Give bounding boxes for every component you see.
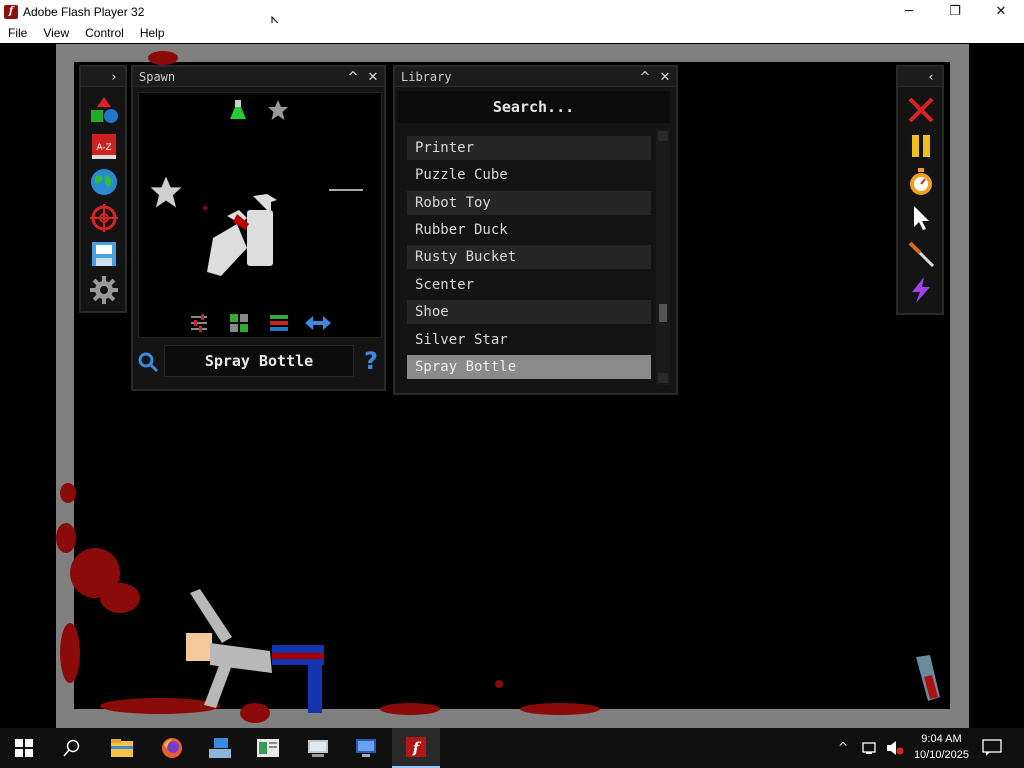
firefox-icon[interactable] [148, 728, 196, 768]
expand-button[interactable]: › [105, 68, 123, 86]
globe-icon[interactable] [89, 167, 119, 197]
right-toolbar: ‹ [896, 65, 944, 315]
list-item-selected[interactable]: Spray Bottle [407, 355, 651, 379]
library-panel-title: Library [401, 69, 452, 84]
spawn-panel-title: Spawn [139, 69, 176, 84]
star-icon[interactable] [267, 99, 289, 121]
blood-splatter [520, 703, 600, 715]
flash-app-icon: f [4, 4, 18, 19]
monitor-app-icon[interactable] [342, 728, 390, 768]
ragdoll-human[interactable] [180, 573, 330, 723]
spawn-panel: Spawn ^ ✕ Spray Bottle ? [131, 65, 386, 391]
library-minimize-button[interactable]: ^ [636, 68, 654, 86]
shapes-icon[interactable] [89, 95, 119, 125]
list-item[interactable]: Puzzle Cube [407, 163, 651, 187]
start-windows-icon[interactable] [0, 728, 48, 768]
library-search-input[interactable]: Search... [397, 91, 670, 123]
list-view-icon[interactable] [269, 313, 289, 333]
stopwatch-icon[interactable] [906, 167, 936, 197]
spawn-minimize-button[interactable]: ^ [344, 68, 362, 86]
scroll-down-icon[interactable] [658, 373, 668, 383]
network-status-icon[interactable] [862, 740, 880, 756]
maximize-button[interactable]: ❐ [932, 0, 978, 23]
grid-view-icon[interactable] [229, 313, 249, 333]
rod-item[interactable] [329, 189, 363, 193]
settings-sliders-icon[interactable] [189, 313, 209, 333]
window-title: Adobe Flash Player 32 [23, 4, 145, 19]
volume-muted-icon[interactable] [886, 740, 904, 756]
menu-view[interactable]: View [35, 26, 77, 40]
lightning-icon[interactable] [906, 275, 936, 305]
spawn-panel-header: Spawn ^ ✕ [133, 67, 384, 87]
clock-time: 9:04 AM [921, 733, 962, 745]
show-hidden-icons[interactable]: ^ [838, 740, 848, 754]
cursor-icon[interactable] [906, 203, 936, 233]
scroll-up-icon[interactable] [658, 131, 668, 141]
search-icon[interactable] [137, 351, 159, 373]
spawn-preview[interactable] [138, 92, 382, 338]
blood-splatter [380, 703, 440, 715]
blood-splatter [56, 523, 76, 553]
selected-item-name: Spray Bottle [164, 345, 354, 377]
save-icon[interactable] [89, 239, 119, 269]
list-item[interactable]: Printer [407, 136, 651, 160]
target-icon[interactable] [89, 203, 119, 233]
library-panel-header: Library ^ ✕ [395, 67, 676, 87]
close-button[interactable]: ✕ [978, 0, 1024, 23]
swap-arrows-icon[interactable] [305, 315, 331, 331]
list-item[interactable]: Silver Star [407, 328, 651, 352]
collapse-button[interactable]: ‹ [922, 68, 940, 86]
network-app-icon[interactable] [196, 728, 244, 768]
gear-icon[interactable] [89, 275, 119, 305]
flask-icon[interactable] [229, 99, 247, 121]
menu-control[interactable]: Control [77, 26, 132, 40]
clear-icon[interactable] [906, 95, 936, 125]
library-close-button[interactable]: ✕ [656, 68, 674, 86]
menu-bar: File View Control Help [0, 23, 1024, 43]
blood-splatter [60, 623, 80, 683]
computer-app-icon[interactable] [294, 728, 342, 768]
blood-splatter [100, 583, 140, 613]
windows-taskbar: f ^ 9:04 AM 10/10/2025 [0, 728, 1024, 768]
knife-icon[interactable] [906, 239, 936, 269]
blood-splatter [495, 680, 503, 688]
list-item[interactable]: Rubber Duck [407, 218, 651, 242]
search-taskbar-icon[interactable] [48, 728, 96, 768]
system-clock[interactable]: 9:04 AM 10/10/2025 [914, 731, 969, 763]
flash-player-taskbar-icon[interactable]: f [392, 728, 440, 768]
menu-file[interactable]: File [0, 26, 35, 40]
library-list: Printer Puzzle Cube Robot Toy Rubber Duc… [407, 130, 653, 382]
left-toolbar: › A-Z [79, 65, 127, 313]
help-icon[interactable]: ? [361, 346, 381, 376]
spawn-close-button[interactable]: ✕ [364, 68, 382, 86]
minimize-button[interactable]: ─ [886, 0, 932, 23]
list-item[interactable]: Rusty Bucket [407, 245, 651, 269]
silver-star-item[interactable] [149, 175, 183, 209]
blood-splatter [148, 51, 178, 65]
list-item[interactable]: Shoe [407, 300, 651, 324]
library-scrollbar[interactable] [656, 129, 670, 385]
notifications-icon[interactable] [982, 739, 1002, 757]
list-item[interactable]: Scenter [407, 273, 651, 297]
spray-bottle-item[interactable] [201, 188, 283, 284]
list-item[interactable]: Robot Toy [407, 191, 651, 215]
pause-icon[interactable] [906, 131, 936, 161]
dropped-item[interactable] [912, 653, 942, 703]
document-app-icon[interactable] [244, 728, 292, 768]
blood-splatter [60, 483, 76, 503]
menu-help[interactable]: Help [132, 26, 173, 40]
clock-date: 10/10/2025 [913, 749, 969, 761]
scroll-thumb[interactable] [659, 304, 667, 322]
svg-text:A-Z: A-Z [96, 143, 111, 153]
library-panel: Library ^ ✕ Search... Printer Puzzle Cub… [393, 65, 678, 395]
window-titlebar: f Adobe Flash Player 32 ─ ❐ ✕ [0, 0, 1024, 35]
file-explorer-icon[interactable] [98, 728, 146, 768]
a-z-icon[interactable]: A-Z [89, 131, 119, 161]
